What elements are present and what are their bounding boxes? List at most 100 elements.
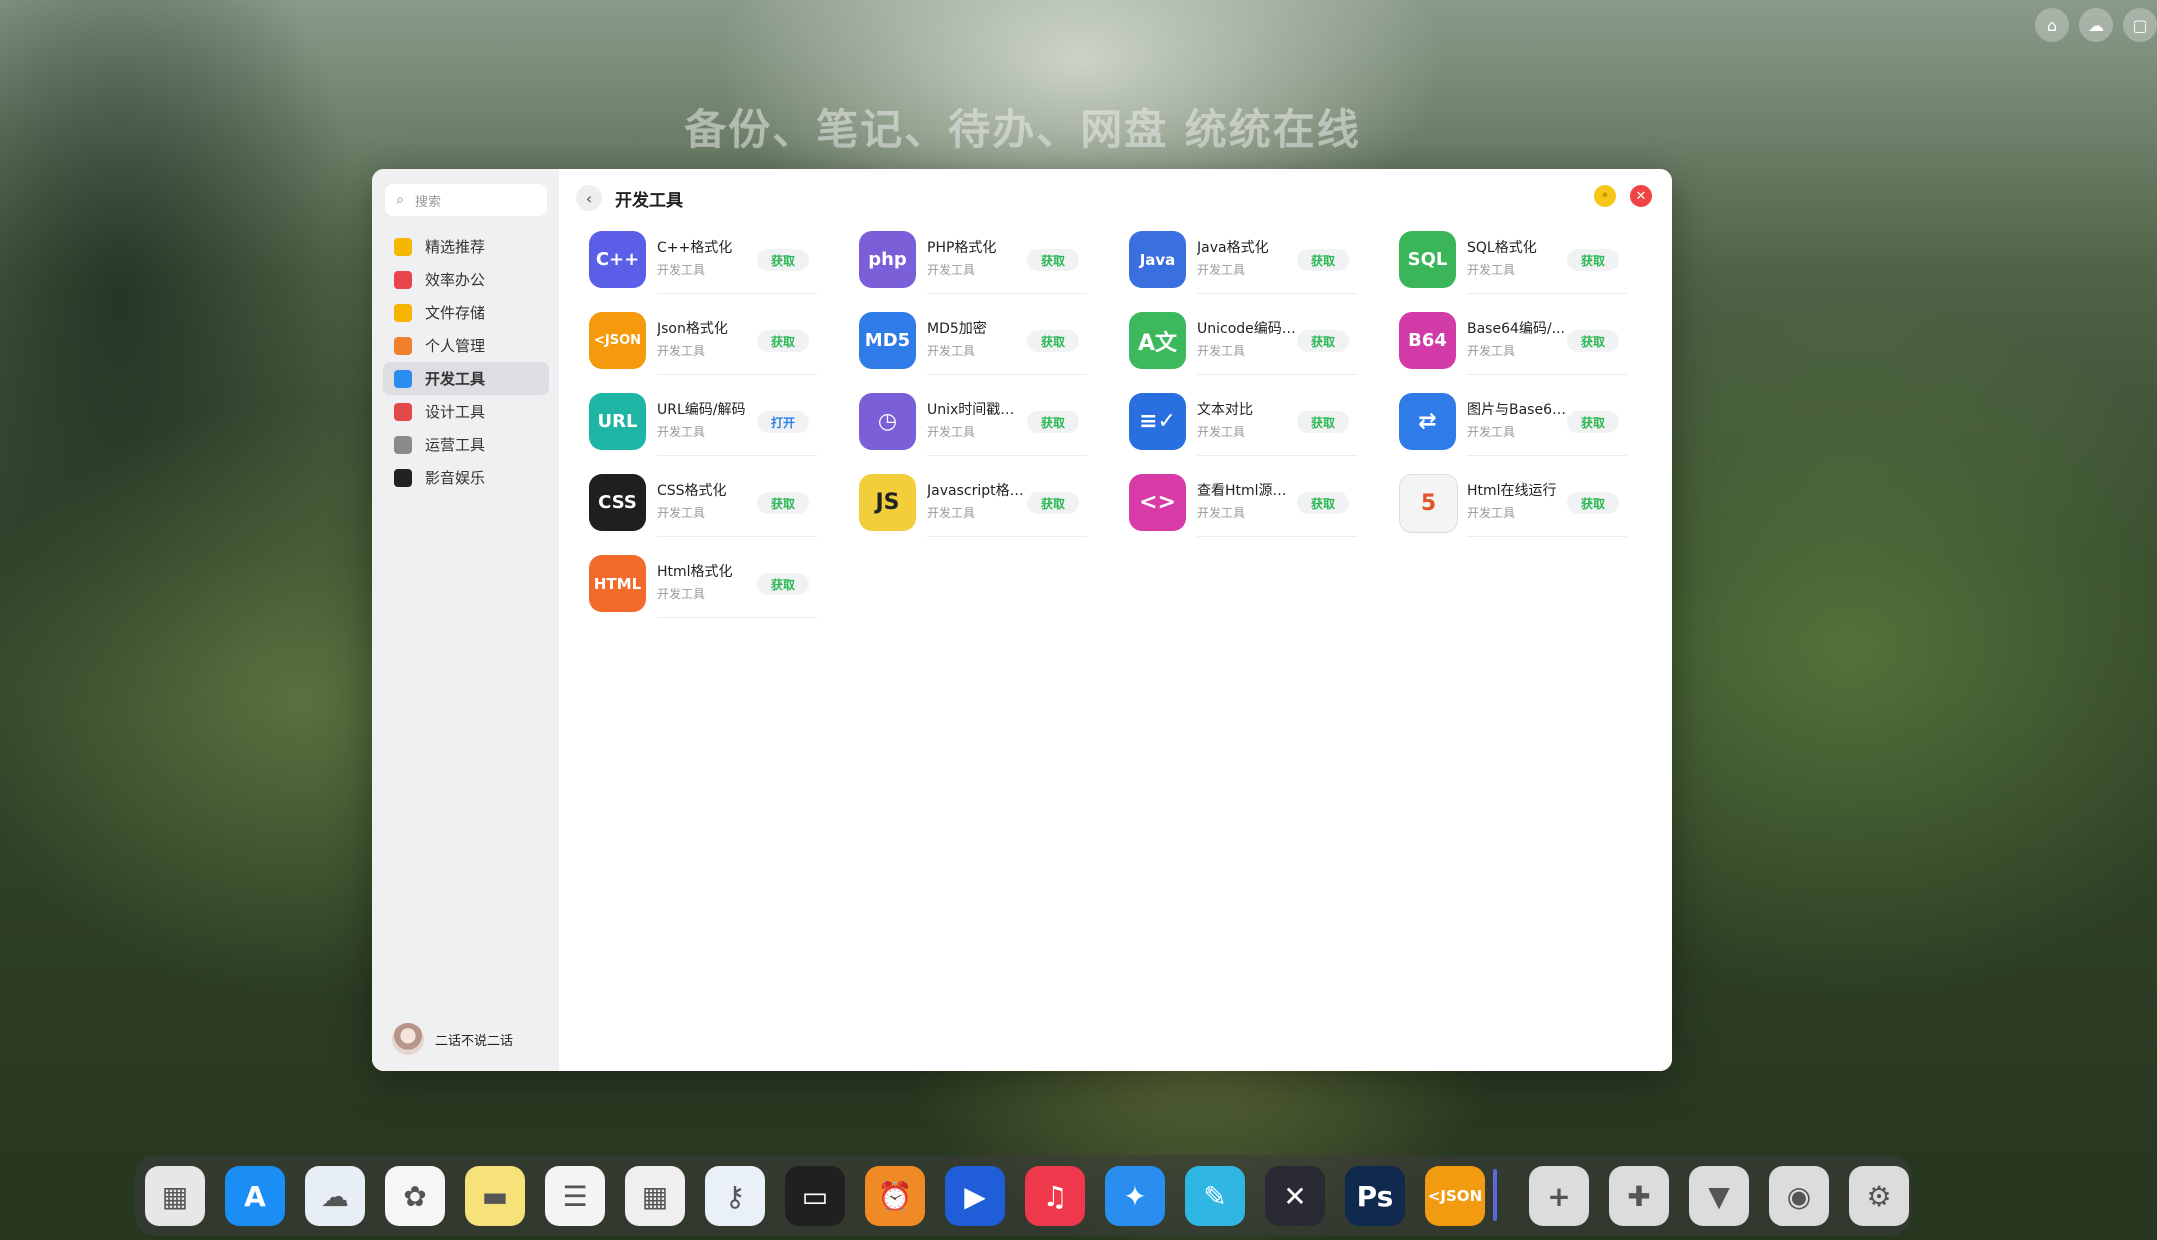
dock-item-json[interactable]: <JSON xyxy=(1425,1166,1485,1226)
window-button[interactable]: ▢ xyxy=(2123,8,2157,42)
get-button[interactable]: 获取 xyxy=(757,330,809,352)
dock-item-cloud[interactable]: ☁ xyxy=(305,1166,365,1226)
open-button[interactable]: 打开 xyxy=(757,411,809,433)
get-button[interactable]: 获取 xyxy=(757,492,809,514)
dock-item-app-store[interactable]: A xyxy=(225,1166,285,1226)
dock-item-video-player[interactable]: ▶ xyxy=(945,1166,1005,1226)
dock-item-passwords[interactable]: ⚷ xyxy=(705,1166,765,1226)
app-icon[interactable]: ≡✓ xyxy=(1129,393,1186,450)
app-card[interactable]: <> 查看Html源代码 开发工具 获取 xyxy=(1129,471,1369,537)
get-button[interactable]: 获取 xyxy=(1297,492,1349,514)
dock-item-brush[interactable]: ▼ xyxy=(1689,1166,1749,1226)
app-icon[interactable]: SQL xyxy=(1399,231,1456,288)
sidebar-item-label: 个人管理 xyxy=(425,337,486,355)
get-button[interactable]: 获取 xyxy=(1567,330,1619,352)
close-button[interactable]: ✕ xyxy=(1630,185,1652,207)
app-icon[interactable]: JS xyxy=(859,474,916,531)
home-button[interactable]: ⌂ xyxy=(2035,8,2069,42)
app-icon[interactable]: URL xyxy=(589,393,646,450)
app-name: CSS格式化 xyxy=(657,483,727,499)
get-button[interactable]: 获取 xyxy=(757,249,809,271)
app-card[interactable]: php PHP格式化 开发工具 获取 xyxy=(859,228,1099,294)
grid-apps-icon: ▦ xyxy=(161,1179,189,1213)
app-card[interactable]: ≡✓ 文本对比 开发工具 获取 xyxy=(1129,390,1369,456)
get-button[interactable]: 获取 xyxy=(1297,249,1349,271)
app-name: C++格式化 xyxy=(657,240,733,256)
avatar[interactable] xyxy=(392,1023,424,1055)
app-name: Unicode编码/... xyxy=(1197,321,1297,337)
dock-item-launchpad[interactable]: ▦ xyxy=(145,1166,205,1226)
get-button[interactable]: 获取 xyxy=(1027,249,1079,271)
app-info: 文本对比 开发工具 获取 xyxy=(1197,399,1357,456)
dock-item-settings-gear[interactable]: ◉ xyxy=(1769,1166,1829,1226)
app-card[interactable]: A文 Unicode编码/... 开发工具 获取 xyxy=(1129,309,1369,375)
app-icon[interactable]: ⇄ xyxy=(1399,393,1456,450)
dock-item-system-settings[interactable]: ⚙ xyxy=(1849,1166,1909,1226)
sidebar-item[interactable]: 影音娱乐 xyxy=(383,461,549,494)
sidebar-item[interactable]: 精选推荐 xyxy=(383,230,549,263)
sidebar-item[interactable]: 运营工具 xyxy=(383,428,549,461)
notes-icon: ▬ xyxy=(481,1179,509,1213)
sidebar-item[interactable]: 开发工具 xyxy=(383,362,549,395)
sidebar-item[interactable]: 效率办公 xyxy=(383,263,549,296)
clapperboard-icon xyxy=(394,468,412,487)
app-card[interactable]: JS Javascript格式... 开发工具 获取 xyxy=(859,471,1099,537)
get-button[interactable]: 获取 xyxy=(1297,411,1349,433)
app-icon[interactable]: MD5 xyxy=(859,312,916,369)
app-icon[interactable]: A文 xyxy=(1129,312,1186,369)
app-icon[interactable]: 5 xyxy=(1399,474,1458,533)
minimize-button[interactable]: • xyxy=(1594,185,1616,207)
app-icon[interactable]: B64 xyxy=(1399,312,1456,369)
app-card[interactable]: MD5 MD5加密 开发工具 获取 xyxy=(859,309,1099,375)
get-button[interactable]: 获取 xyxy=(1027,330,1079,352)
get-button[interactable]: 获取 xyxy=(1297,330,1349,352)
app-card[interactable]: C++ C++格式化 开发工具 获取 xyxy=(589,228,829,294)
app-info: 查看Html源代码 开发工具 获取 xyxy=(1197,480,1357,537)
dock-item-freeform[interactable]: ✎ xyxy=(1185,1166,1245,1226)
app-card[interactable]: HTML Html格式化 开发工具 获取 xyxy=(589,552,829,618)
app-icon[interactable]: HTML xyxy=(589,555,646,612)
get-button[interactable]: 获取 xyxy=(1567,411,1619,433)
dock-item-wallet[interactable]: ▭ xyxy=(785,1166,845,1226)
dock-item-photos[interactable]: ✿ xyxy=(385,1166,445,1226)
app-card[interactable]: Java Java格式化 开发工具 获取 xyxy=(1129,228,1369,294)
app-icon[interactable]: <JSON xyxy=(589,312,646,369)
sidebar-item[interactable]: 文件存储 xyxy=(383,296,549,329)
dock-item-music[interactable]: ♫ xyxy=(1025,1166,1085,1226)
dock-item-photoshop[interactable]: Ps xyxy=(1345,1166,1405,1226)
app-icon[interactable]: CSS xyxy=(589,474,646,531)
app-card[interactable]: URL URL编码/解码 开发工具 打开 xyxy=(589,390,829,456)
cloud-button[interactable]: ☁ xyxy=(2079,8,2113,42)
app-card[interactable]: <JSON Json格式化 开发工具 获取 xyxy=(589,309,829,375)
app-icon[interactable]: ◷ xyxy=(859,393,916,450)
dock-item-reminders[interactable]: ☰ xyxy=(545,1166,605,1226)
back-button[interactable]: ‹ xyxy=(576,185,602,211)
app-icon[interactable]: <> xyxy=(1129,474,1186,531)
app-icon[interactable]: C++ xyxy=(589,231,646,288)
dock-item-plugins[interactable]: ✚ xyxy=(1609,1166,1669,1226)
app-icon[interactable]: php xyxy=(859,231,916,288)
app-card[interactable]: B64 Base64编码/... 开发工具 获取 xyxy=(1399,309,1639,375)
user-profile[interactable]: 二话不说二话 xyxy=(392,1023,513,1055)
dock-item-flow[interactable]: ✕ xyxy=(1265,1166,1325,1226)
sidebar-item[interactable]: 个人管理 xyxy=(383,329,549,362)
app-card[interactable]: ◷ Unix时间戳转换 开发工具 获取 xyxy=(859,390,1099,456)
wallet-icon: ▭ xyxy=(801,1179,829,1213)
get-button[interactable]: 获取 xyxy=(757,573,809,595)
get-button[interactable]: 获取 xyxy=(1567,492,1619,514)
get-button[interactable]: 获取 xyxy=(1027,411,1079,433)
dock-item-notes[interactable]: ▬ xyxy=(465,1166,525,1226)
sidebar-item[interactable]: 设计工具 xyxy=(383,395,549,428)
dock-item-safari[interactable]: ✦ xyxy=(1105,1166,1165,1226)
search-input[interactable]: ⌕ 搜索 xyxy=(385,184,547,216)
get-button[interactable]: 获取 xyxy=(1567,249,1619,271)
get-button[interactable]: 获取 xyxy=(1027,492,1079,514)
app-icon[interactable]: Java xyxy=(1129,231,1186,288)
app-card[interactable]: 5 Html在线运行 开发工具 获取 xyxy=(1399,471,1639,537)
dock-item-calendar[interactable]: ▦ xyxy=(625,1166,685,1226)
app-card[interactable]: CSS CSS格式化 开发工具 获取 xyxy=(589,471,829,537)
app-card[interactable]: ⇄ 图片与Base64... 开发工具 获取 xyxy=(1399,390,1639,456)
app-card[interactable]: SQL SQL格式化 开发工具 获取 xyxy=(1399,228,1639,294)
dock-item-clock[interactable]: ⏰ xyxy=(865,1166,925,1226)
dock-item-add[interactable]: + xyxy=(1529,1166,1589,1226)
